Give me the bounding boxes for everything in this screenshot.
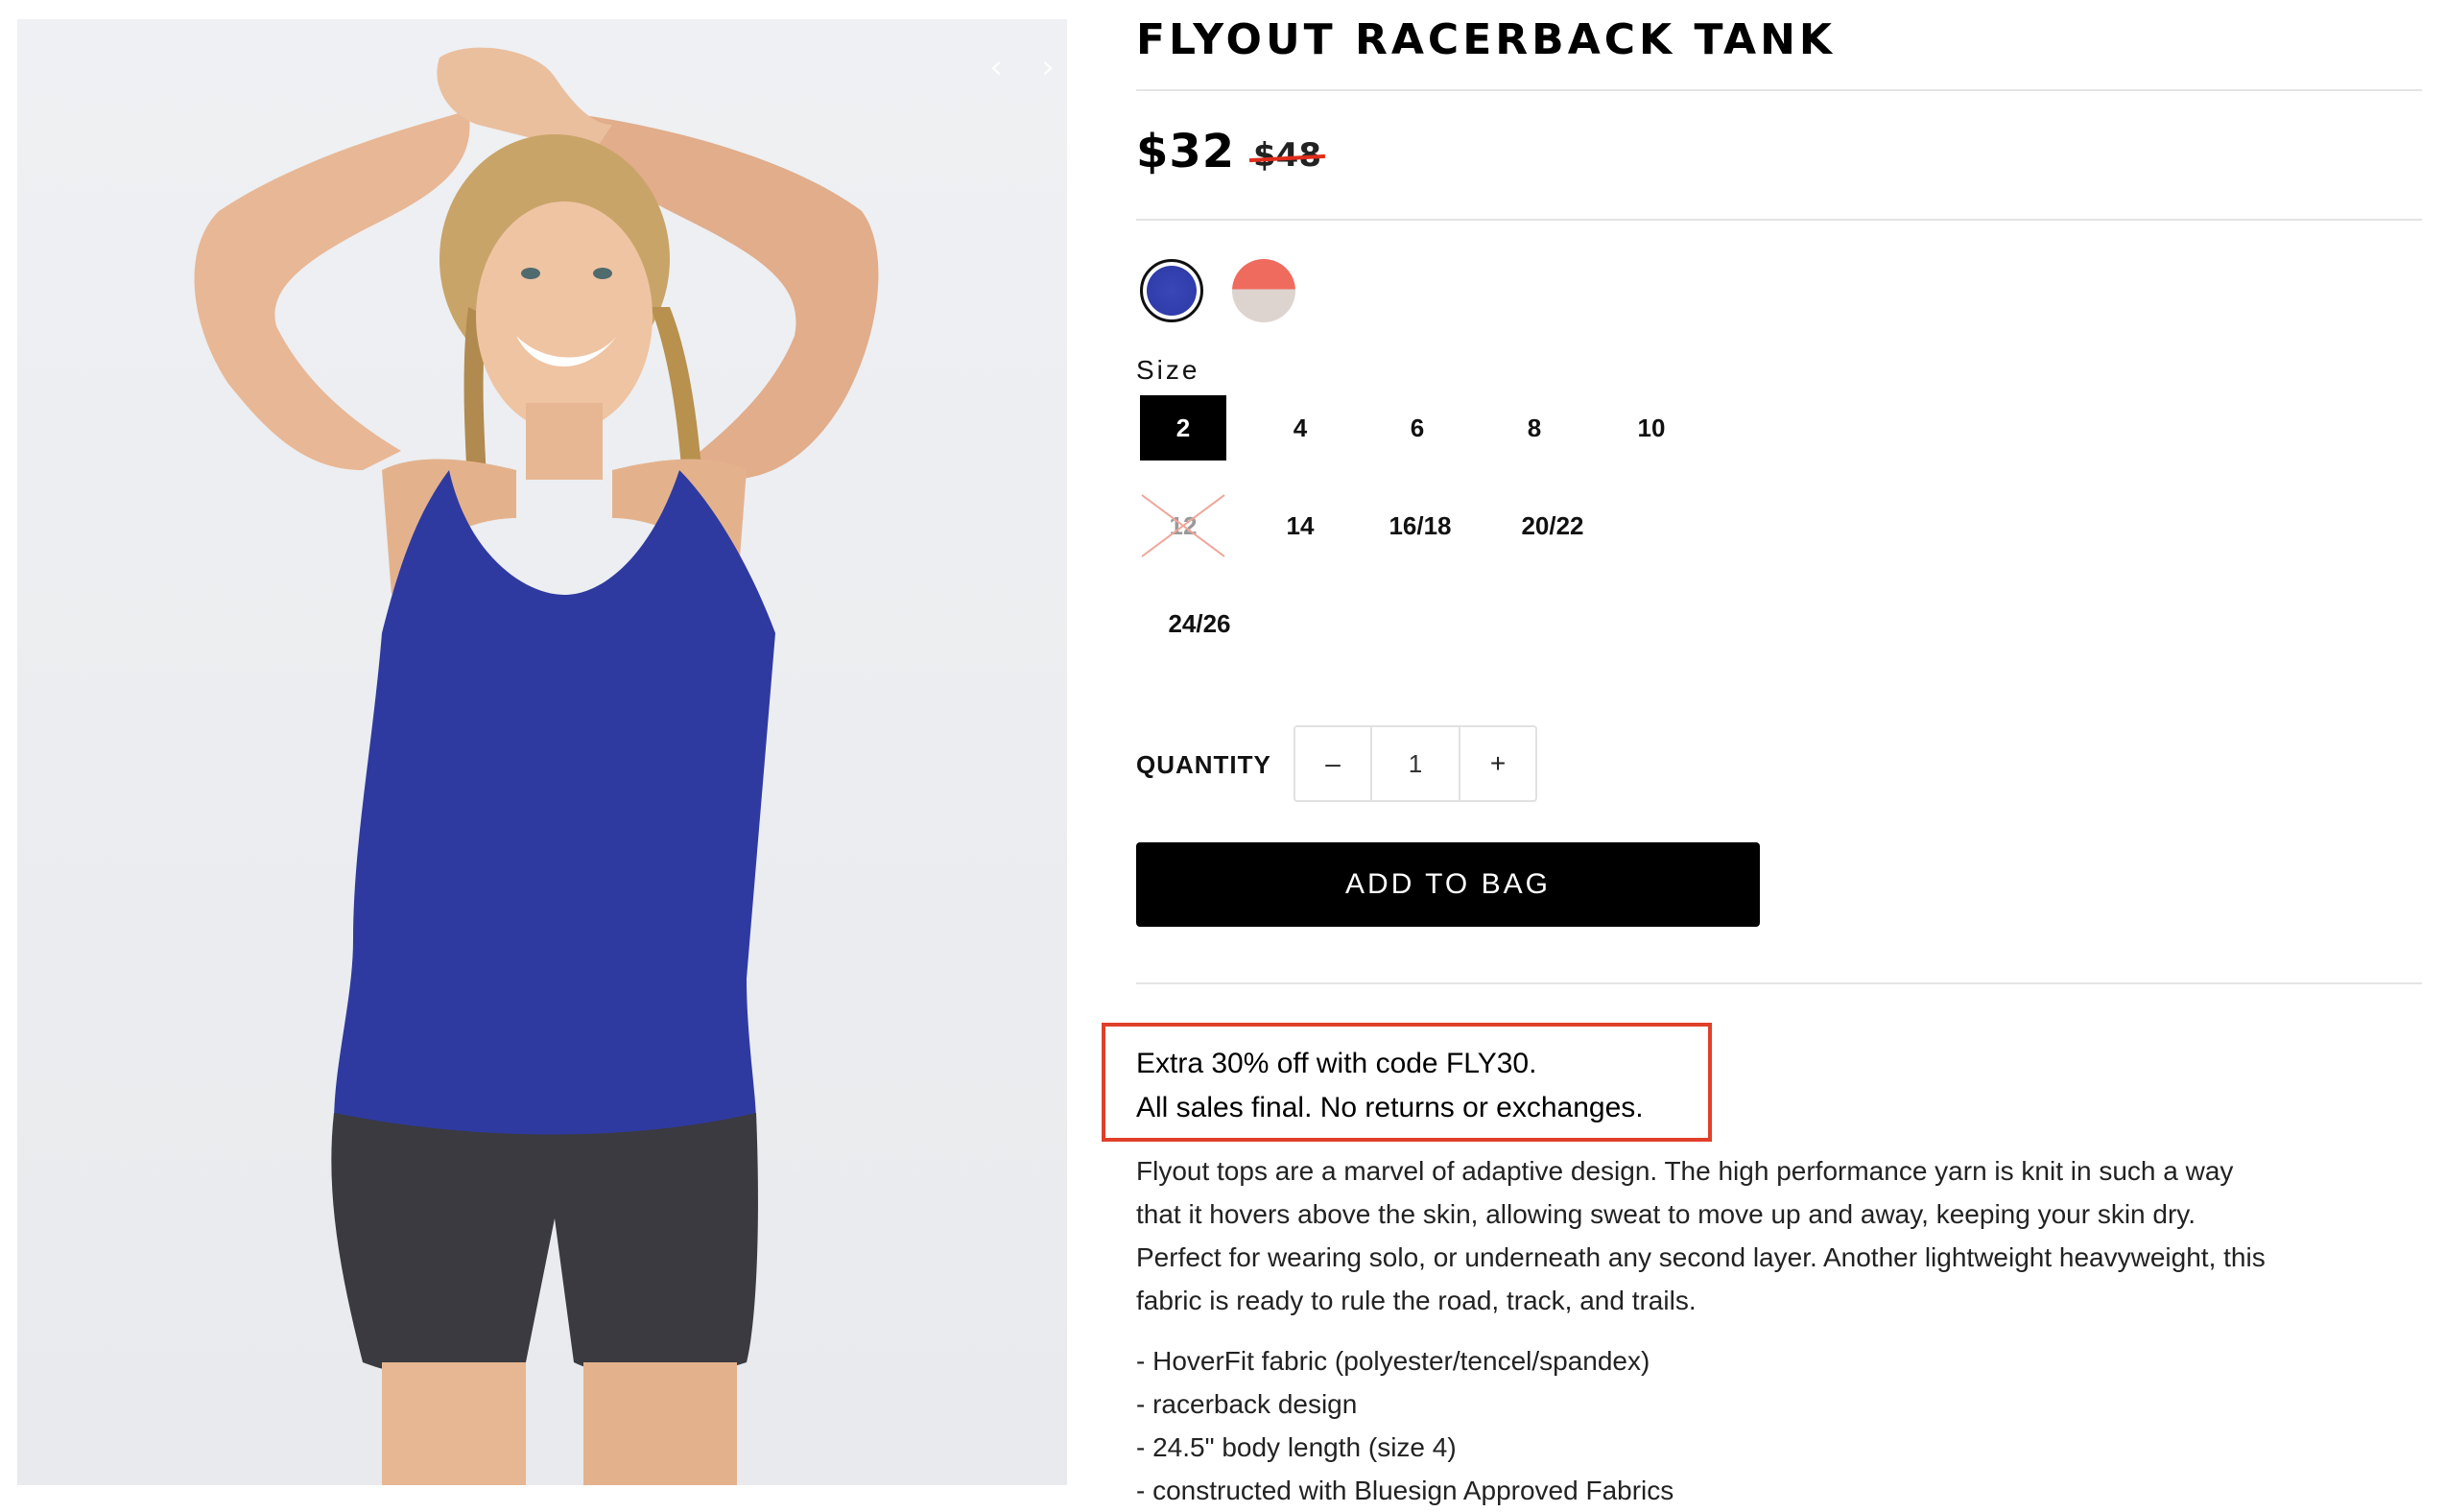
divider xyxy=(1136,219,2422,221)
size-option-10[interactable]: 10 xyxy=(1608,395,1695,461)
previous-image-arrow-icon[interactable]: ‹ xyxy=(977,48,1015,86)
color-swatch-coral[interactable] xyxy=(1232,259,1295,322)
feature-item: - HoverFit fabric (polyester/tencel/span… xyxy=(1136,1346,1650,1376)
size-option-20-22[interactable]: 20/22 xyxy=(1495,493,1610,558)
size-option-2[interactable]: 2 xyxy=(1140,395,1226,461)
size-option-24-26[interactable]: 24/26 xyxy=(1142,591,1257,656)
feature-list: - HoverFit fabric (polyester/tencel/span… xyxy=(1136,1339,1674,1512)
size-option-6[interactable]: 6 xyxy=(1374,395,1460,461)
size-option-8[interactable]: 8 xyxy=(1491,395,1578,461)
description-line: Perfect for wearing solo, or underneath … xyxy=(1136,1242,2266,1272)
size-option-4[interactable]: 4 xyxy=(1257,395,1343,461)
product-image[interactable]: ‹ › xyxy=(17,19,1067,1485)
divider xyxy=(1136,982,2422,984)
size-option-12-unavailable[interactable]: 12 xyxy=(1140,493,1226,558)
quantity-label: QUANTITY xyxy=(1136,750,1271,779)
quantity-input[interactable]: 1 xyxy=(1370,727,1460,800)
feature-item: - 24.5" body length (size 4) xyxy=(1136,1432,1457,1462)
add-to-bag-button[interactable]: ADD TO BAG xyxy=(1136,842,1760,927)
color-swatch-navy[interactable] xyxy=(1140,259,1203,322)
feature-item: - constructed with Bluesign Approved Fab… xyxy=(1136,1476,1674,1505)
product-title: FLYOUT RACERBACK TANK xyxy=(1136,15,1837,64)
feature-item: - racerback design xyxy=(1136,1389,1358,1419)
increment-button[interactable]: + xyxy=(1460,727,1535,800)
promo-code-text: Extra 30% off with code FLY30. xyxy=(1136,1048,1537,1079)
final-sale-text: All sales final. No returns or exchanges… xyxy=(1136,1092,1644,1123)
unavailable-cross-icon xyxy=(1141,494,1225,557)
size-label: Size xyxy=(1136,355,1200,385)
decrement-button[interactable]: – xyxy=(1295,727,1370,800)
original-price: $48 xyxy=(1253,136,1321,175)
size-option-14[interactable]: 14 xyxy=(1257,493,1343,558)
size-option-16-18[interactable]: 16/18 xyxy=(1363,493,1478,558)
product-description: Flyout tops are a marvel of adaptive des… xyxy=(1136,1149,2422,1322)
description-line: Flyout tops are a marvel of adaptive des… xyxy=(1136,1156,2234,1186)
model-photo xyxy=(194,47,879,1485)
quantity-stepper: – 1 + xyxy=(1294,725,1537,802)
next-image-arrow-icon[interactable]: › xyxy=(1029,48,1067,86)
description-line: fabric is ready to rule the road, track,… xyxy=(1136,1286,1697,1315)
sale-price: $32 xyxy=(1136,125,1236,178)
description-line: that it hovers above the skin, allowing … xyxy=(1136,1199,2196,1229)
divider xyxy=(1136,89,2422,91)
